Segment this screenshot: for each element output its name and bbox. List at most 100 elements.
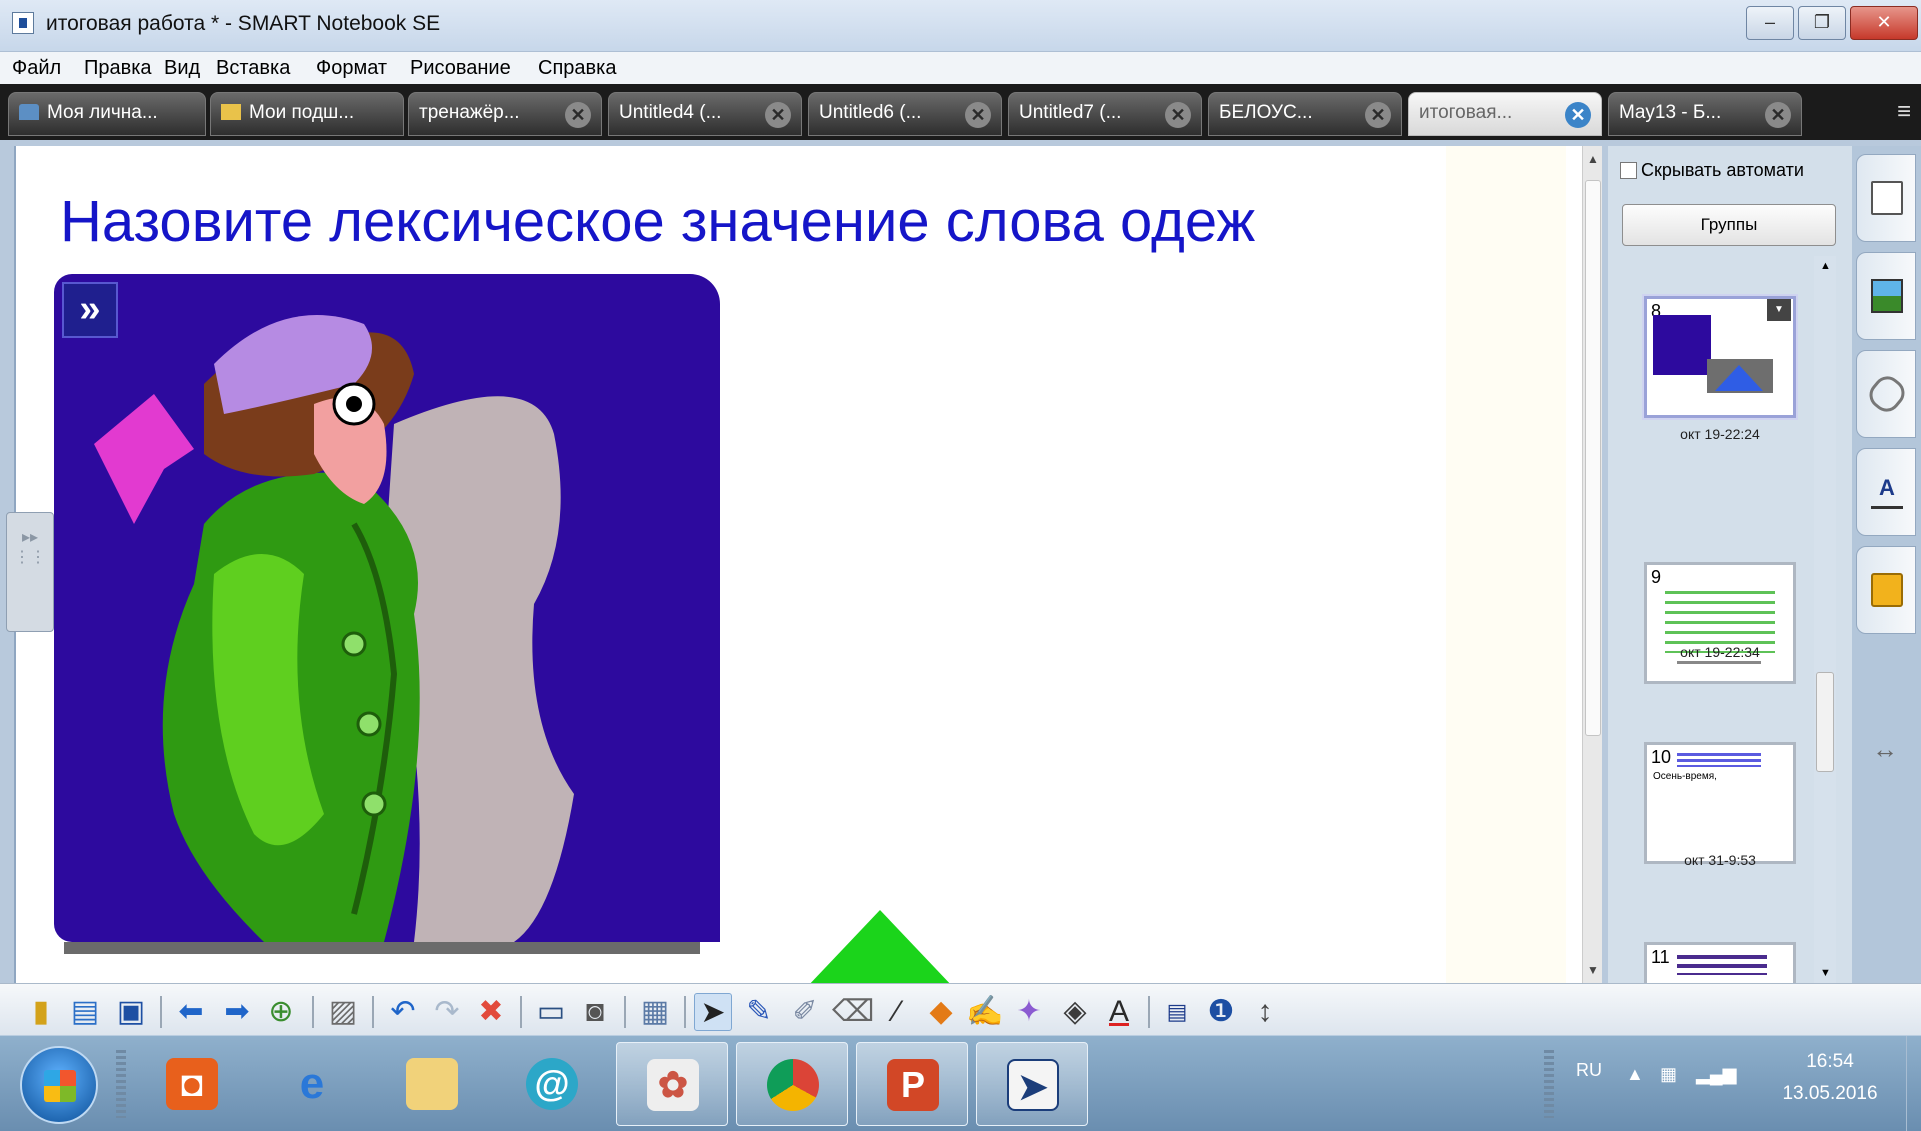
language-indicator[interactable]: RU bbox=[1576, 1060, 1602, 1081]
tab-final-work[interactable]: итоговая... ✕ bbox=[1408, 92, 1602, 136]
move-toolbar-icon[interactable]: ↕ bbox=[1246, 993, 1284, 1031]
scroll-thumb[interactable] bbox=[1585, 180, 1601, 736]
maximize-button[interactable]: ❐ bbox=[1798, 6, 1846, 40]
close-tab-icon[interactable]: ✕ bbox=[1565, 102, 1591, 128]
chrome-app-button[interactable] bbox=[736, 1042, 848, 1126]
magic-pen-icon[interactable]: ✦ bbox=[1010, 993, 1048, 1031]
tab-may13[interactable]: May13 - Б... ✕ bbox=[1608, 92, 1802, 136]
tab-untitled4[interactable]: Untitled4 (... ✕ bbox=[608, 92, 802, 136]
separator bbox=[624, 996, 626, 1028]
coat-illustration[interactable]: » bbox=[54, 274, 720, 942]
page-thumbnail[interactable]: 8 ▼ bbox=[1644, 296, 1796, 418]
page-vertical-scrollbar[interactable]: ▲ ▼ bbox=[1582, 146, 1602, 983]
signal-icon[interactable]: ▂▄▆ bbox=[1696, 1064, 1736, 1085]
delete-icon[interactable]: ✖ bbox=[472, 993, 510, 1031]
tab-belous[interactable]: БЕЛОУС... ✕ bbox=[1208, 92, 1402, 136]
tab-untitled7[interactable]: Untitled7 (... ✕ bbox=[1008, 92, 1202, 136]
page-thumbnail[interactable]: 10 Осень-время, bbox=[1644, 742, 1796, 864]
menu-format[interactable]: Формат bbox=[316, 57, 387, 80]
mail-app-button[interactable]: @ bbox=[496, 1042, 608, 1126]
clock[interactable]: 16:54 13.05.2016 bbox=[1760, 1046, 1900, 1110]
menu-insert[interactable]: Вставка bbox=[216, 57, 290, 80]
screen-shade-icon[interactable]: ▭ bbox=[532, 993, 570, 1031]
eraser-icon[interactable]: ⌫ bbox=[832, 993, 874, 1031]
info-icon[interactable]: ❶ bbox=[1202, 993, 1240, 1031]
close-tab-icon[interactable]: ✕ bbox=[965, 102, 991, 128]
pen-icon[interactable]: ✎ bbox=[740, 993, 778, 1031]
scroll-down-icon[interactable]: ▼ bbox=[1820, 967, 1831, 979]
menu-edit[interactable]: Правка bbox=[84, 57, 152, 80]
attachments-icon bbox=[1863, 370, 1911, 418]
scroll-up-icon[interactable]: ▲ bbox=[1587, 152, 1599, 166]
resize-panel-icon[interactable]: ↔ bbox=[1872, 734, 1898, 765]
close-tab-icon[interactable]: ✕ bbox=[765, 102, 791, 128]
line-icon[interactable]: ⁄ bbox=[878, 993, 916, 1031]
creative-pen-icon[interactable]: ✐ bbox=[786, 993, 824, 1031]
green-triangle-shape[interactable] bbox=[806, 910, 954, 988]
page-heading[interactable]: Назовите лексическое значение слова одеж bbox=[60, 188, 1255, 255]
menu-view[interactable]: Вид bbox=[164, 57, 200, 80]
open-icon[interactable]: ▤ bbox=[66, 993, 104, 1031]
tab-list-icon[interactable]: ≡ bbox=[1897, 98, 1911, 126]
scroll-up-icon[interactable]: ▲ bbox=[1820, 260, 1831, 272]
page-thumbnail[interactable]: 11 bbox=[1644, 942, 1796, 983]
paste-icon[interactable]: ▨ bbox=[324, 993, 362, 1031]
select-icon[interactable]: ➤ bbox=[694, 993, 732, 1031]
save-icon[interactable]: ▣ bbox=[112, 993, 150, 1031]
groups-button[interactable]: Группы bbox=[1622, 204, 1836, 246]
properties-toolbar-icon[interactable]: ▤ bbox=[1158, 993, 1196, 1031]
checkbox-icon[interactable] bbox=[1620, 162, 1637, 179]
add-page-icon[interactable]: ⊕ bbox=[262, 993, 300, 1031]
internet-explorer-button[interactable]: e bbox=[256, 1042, 368, 1126]
paint-app-button[interactable]: ✿ bbox=[616, 1042, 728, 1126]
shape-recognition-pen-icon[interactable]: ✍ bbox=[966, 993, 1004, 1031]
properties-tab[interactable]: A bbox=[1856, 448, 1916, 536]
tab-my-content[interactable]: Моя лична... bbox=[8, 92, 206, 136]
close-tab-icon[interactable]: ✕ bbox=[1765, 102, 1791, 128]
back-icon[interactable]: ⬅ bbox=[172, 993, 210, 1031]
menu-file[interactable]: Файл bbox=[12, 57, 61, 80]
menu-draw[interactable]: Рисование bbox=[410, 57, 511, 80]
forward-icon[interactable]: ➡ bbox=[218, 993, 256, 1031]
tab-untitled6[interactable]: Untitled6 (... ✕ bbox=[808, 92, 1002, 136]
shape-link-icon[interactable]: » bbox=[866, 908, 873, 922]
tab-my-subscriptions[interactable]: Мои подш... bbox=[210, 92, 404, 136]
tab-trainer[interactable]: тренажёр... ✕ bbox=[408, 92, 602, 136]
smart-notebook-app-icon[interactable] bbox=[12, 12, 34, 34]
text-icon[interactable]: A bbox=[1100, 993, 1138, 1031]
close-tab-icon[interactable]: ✕ bbox=[565, 102, 591, 128]
scroll-down-icon[interactable]: ▼ bbox=[1587, 963, 1599, 977]
file-explorer-button[interactable] bbox=[376, 1042, 488, 1126]
auto-hide-checkbox[interactable]: Скрывать автомати bbox=[1620, 160, 1804, 181]
smart-notebook-app-button[interactable]: ➤ bbox=[976, 1042, 1088, 1126]
attachments-tab[interactable] bbox=[1856, 350, 1916, 438]
scroll-thumb[interactable] bbox=[1816, 672, 1834, 772]
thumbnail-menu-icon[interactable]: ▼ bbox=[1767, 299, 1791, 321]
powerpoint-app-button[interactable]: P bbox=[856, 1042, 968, 1126]
network-icon[interactable]: ▦ bbox=[1660, 1064, 1677, 1085]
close-tab-icon[interactable]: ✕ bbox=[1165, 102, 1191, 128]
thumbnail-number: 11 bbox=[1651, 947, 1670, 967]
page-thumbnail[interactable]: 9 bbox=[1644, 562, 1796, 684]
close-button[interactable]: ✕ bbox=[1850, 6, 1918, 40]
office-app-button[interactable]: ◘ bbox=[136, 1042, 248, 1126]
undo-icon[interactable]: ↶ bbox=[384, 993, 422, 1031]
new-page-icon[interactable]: ▮ bbox=[22, 993, 60, 1031]
shape-icon[interactable]: ◆ bbox=[922, 993, 960, 1031]
redo-icon[interactable]: ↷ bbox=[428, 993, 466, 1031]
sorter-scrollbar[interactable]: ▲ ▼ bbox=[1814, 256, 1836, 983]
close-tab-icon[interactable]: ✕ bbox=[1365, 102, 1391, 128]
show-desktop-button[interactable] bbox=[1906, 1036, 1921, 1131]
side-panel-handle[interactable]: ▸▸ ⋮⋮ bbox=[6, 512, 54, 632]
fill-icon[interactable]: ◈ bbox=[1056, 993, 1094, 1031]
show-hidden-icons-icon[interactable]: ▲ bbox=[1626, 1064, 1644, 1085]
table-icon[interactable]: ▦ bbox=[636, 993, 674, 1031]
minimize-button[interactable]: ‒ bbox=[1746, 6, 1794, 40]
start-button[interactable] bbox=[20, 1046, 98, 1124]
notebook-page[interactable]: Назовите лексическое значение слова одеж… bbox=[14, 146, 1582, 988]
addons-tab[interactable] bbox=[1856, 546, 1916, 634]
screen-capture-icon[interactable]: ◙ bbox=[576, 993, 614, 1031]
menu-help[interactable]: Справка bbox=[538, 57, 616, 80]
page-sorter-tab[interactable] bbox=[1856, 154, 1916, 242]
gallery-tab[interactable] bbox=[1856, 252, 1916, 340]
